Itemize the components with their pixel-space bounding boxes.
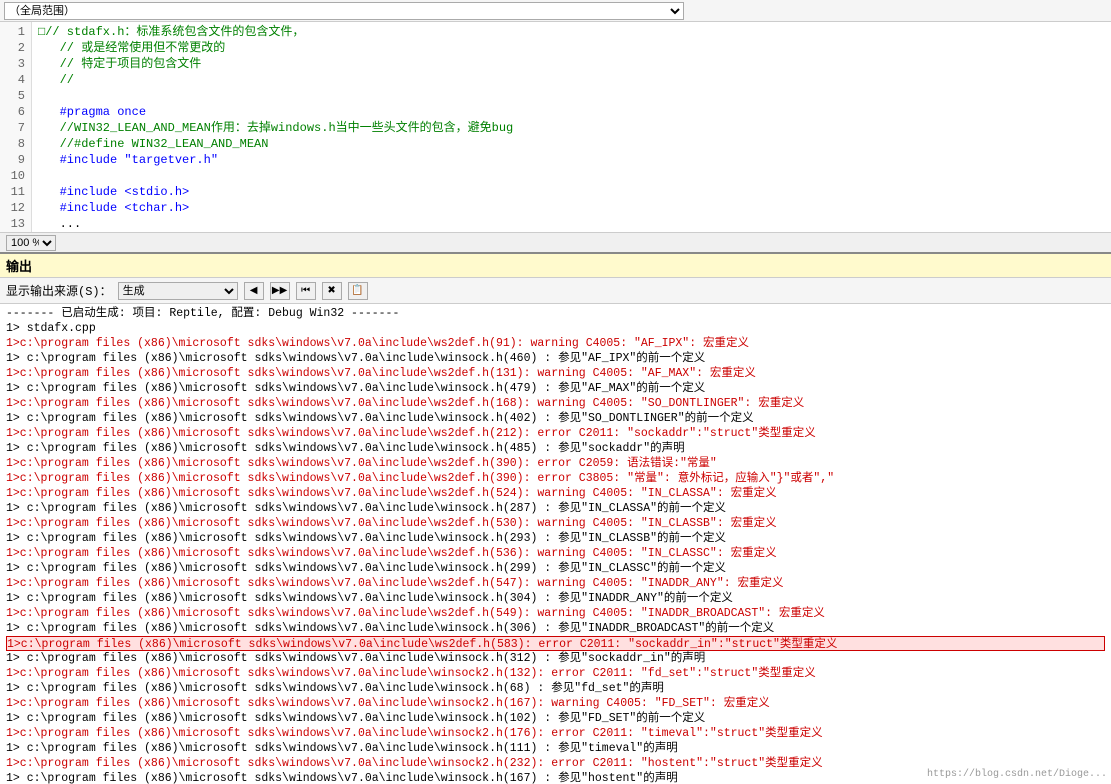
scope-select[interactable]: （全局范围） [4,2,684,20]
code-line [38,88,1105,104]
output-line: 1> c:\program files (x86)\microsoft sdks… [6,501,1105,516]
code-line: ... [38,216,1105,232]
output-line: 1> c:\program files (x86)\microsoft sdks… [6,651,1105,666]
line-number: 12 [4,200,25,216]
output-line: 1> stdafx.cpp [6,321,1105,336]
line-number: 6 [4,104,25,120]
output-line: 1> c:\program files (x86)\microsoft sdks… [6,411,1105,426]
output-line: 1> c:\program files (x86)\microsoft sdks… [6,351,1105,366]
line-number: 8 [4,136,25,152]
line-number: 5 [4,88,25,104]
output-toolbar: 显示输出来源(S)： 生成 ◀ ▶▶ ⏮ ✖ 📋 [0,278,1111,304]
output-line: ------- 已启动生成: 项目: Reptile, 配置: Debug Wi… [6,306,1105,321]
output-title: 输出 [6,256,32,275]
code-line: #include <stdio.h> [38,184,1105,200]
output-line: 1>c:\program files (x86)\microsoft sdks\… [6,666,1105,681]
line-number: 1 [4,24,25,40]
output-line: 1>c:\program files (x86)\microsoft sdks\… [6,726,1105,741]
code-content[interactable]: □// stdafx.h：标准系统包含文件的包含文件， // 或是经常使用但不常… [32,22,1111,232]
code-line: □// stdafx.h：标准系统包含文件的包含文件， [38,24,1105,40]
line-number: 3 [4,56,25,72]
line-number: 13 [4,216,25,232]
toolbar-btn-stop[interactable]: ✖ [322,282,342,300]
output-line: 1> c:\program files (x86)\microsoft sdks… [6,531,1105,546]
toolbar-btn-start[interactable]: ⏮ [296,282,316,300]
code-line: // 特定于项目的包含文件 [38,56,1105,72]
output-line: 1>c:\program files (x86)\microsoft sdks\… [6,366,1105,381]
code-line: #include <tchar.h> [38,200,1105,216]
source-select[interactable]: 生成 [118,282,238,300]
output-line: 1> c:\program files (x86)\microsoft sdks… [6,741,1105,756]
output-panel: 输出 显示输出来源(S)： 生成 ◀ ▶▶ ⏮ ✖ 📋 ------- 已启动生… [0,254,1111,784]
output-line: 1> c:\program files (x86)\microsoft sdks… [6,621,1105,636]
output-line: 1>c:\program files (x86)\microsoft sdks\… [6,576,1105,591]
output-line: 1>c:\program files (x86)\microsoft sdks\… [6,396,1105,411]
output-line: 1> c:\program files (x86)\microsoft sdks… [6,711,1105,726]
output-line: 1>c:\program files (x86)\microsoft sdks\… [6,636,1105,651]
source-label: 显示输出来源(S)： [6,282,112,299]
output-header: 输出 [0,254,1111,278]
output-line: 1>c:\program files (x86)\microsoft sdks\… [6,546,1105,561]
line-number: 4 [4,72,25,88]
output-line: 1>c:\program files (x86)\microsoft sdks\… [6,486,1105,501]
toolbar-btn-copy[interactable]: 📋 [348,282,368,300]
code-line: #pragma once [38,104,1105,120]
line-numbers: 12345678910111213 [0,22,32,232]
output-line: 1> c:\program files (x86)\microsoft sdks… [6,441,1105,456]
output-line: 1>c:\program files (x86)\microsoft sdks\… [6,696,1105,711]
output-line: 1>c:\program files (x86)\microsoft sdks\… [6,336,1105,351]
output-line: 1> c:\program files (x86)\microsoft sdks… [6,561,1105,576]
line-number: 9 [4,152,25,168]
output-line: 1>c:\program files (x86)\microsoft sdks\… [6,606,1105,621]
code-line: #include "targetver.h" [38,152,1105,168]
output-line: 1>c:\program files (x86)\microsoft sdks\… [6,516,1105,531]
output-line: 1> c:\program files (x86)\microsoft sdks… [6,381,1105,396]
code-line [38,168,1105,184]
code-line: // [38,72,1105,88]
line-number: 11 [4,184,25,200]
toolbar-btn-forward[interactable]: ▶▶ [270,282,290,300]
code-line: //WIN32_LEAN_AND_MEAN作用：去掉windows.h当中一些头… [38,120,1105,136]
output-line: 1> c:\program files (x86)\microsoft sdks… [6,591,1105,606]
code-line: // 或是经常使用但不常更改的 [38,40,1105,56]
toolbar-btn-back[interactable]: ◀ [244,282,264,300]
code-container: 12345678910111213 □// stdafx.h：标准系统包含文件的… [0,22,1111,232]
line-number: 7 [4,120,25,136]
code-line: //#define WIN32_LEAN_AND_MEAN [38,136,1105,152]
output-line: 1> c:\program files (x86)\microsoft sdks… [6,681,1105,696]
zoom-select[interactable]: 100 % [6,235,56,251]
watermark: https://blog.csdn.net/Dioge... [927,769,1107,780]
output-content[interactable]: ------- 已启动生成: 项目: Reptile, 配置: Debug Wi… [0,304,1111,784]
line-number: 2 [4,40,25,56]
output-line: 1>c:\program files (x86)\microsoft sdks\… [6,456,1105,471]
output-line: 1>c:\program files (x86)\microsoft sdks\… [6,426,1105,441]
zoom-bar: 100 % [0,232,1111,252]
scope-bar: （全局范围） [0,0,1111,22]
line-number: 10 [4,168,25,184]
editor-area: （全局范围） 12345678910111213 □// stdafx.h：标准… [0,0,1111,254]
output-line: 1>c:\program files (x86)\microsoft sdks\… [6,471,1105,486]
